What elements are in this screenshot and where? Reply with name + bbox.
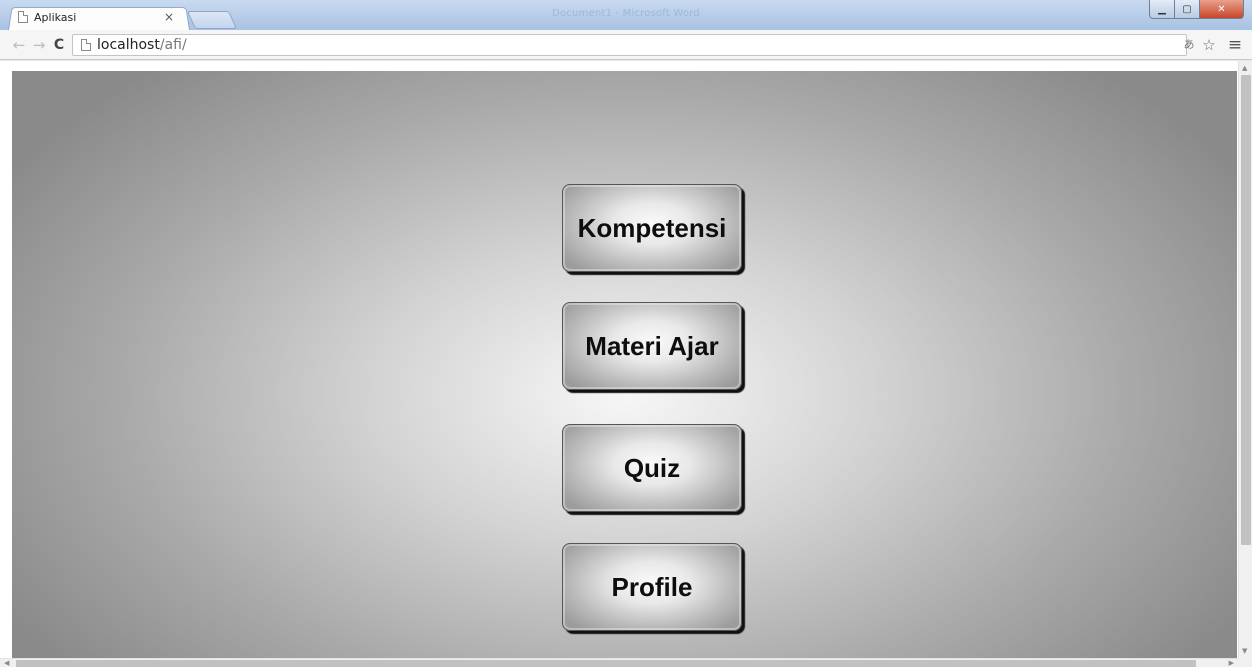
hamburger-menu-icon[interactable]: ≡ <box>1226 36 1244 54</box>
url-text: localhost/afi/ <box>97 37 187 53</box>
quiz-button[interactable]: Quiz <box>562 424 742 512</box>
horizontal-scroll-thumb[interactable] <box>16 660 1196 667</box>
horizontal-scrollbar[interactable]: ◀ ▶ <box>0 658 1238 667</box>
reload-icon[interactable]: C <box>50 36 68 54</box>
address-bar[interactable]: localhost/afi/ <box>72 34 1187 56</box>
url-path: /afi/ <box>159 37 187 53</box>
back-icon[interactable]: ← <box>10 36 28 54</box>
page-icon <box>81 39 91 51</box>
window-controls: ▁ ▢ ✕ <box>1149 0 1244 19</box>
maximize-button[interactable]: ▢ <box>1175 0 1200 19</box>
kompetensi-button[interactable]: Kompetensi <box>562 184 742 272</box>
tab-aplikasi[interactable]: Aplikasi × <box>18 8 186 26</box>
tab-close-button[interactable]: × <box>164 10 174 24</box>
close-window-button[interactable]: ✕ <box>1200 0 1244 19</box>
new-tab-button[interactable] <box>186 11 238 29</box>
browser-toolbar: ← → C localhost/afi/ あ ☆ ≡ <box>0 30 1252 60</box>
url-host: localhost <box>97 37 160 53</box>
minimize-button[interactable]: ▁ <box>1149 0 1175 19</box>
tab-title: Aplikasi <box>34 10 77 24</box>
profile-button[interactable]: Profile <box>562 543 742 631</box>
page-icon <box>18 11 28 23</box>
scroll-right-icon[interactable]: ▶ <box>1229 659 1234 667</box>
page-viewport: Kompetensi Materi Ajar Quiz Profile <box>0 61 1252 667</box>
materi-ajar-button[interactable]: Materi Ajar <box>562 302 742 390</box>
scroll-down-icon[interactable]: ▼ <box>1242 647 1247 655</box>
vertical-scrollbar[interactable]: ▲ ▼ <box>1238 61 1252 658</box>
scroll-up-icon[interactable]: ▲ <box>1242 64 1247 72</box>
scroll-left-icon[interactable]: ◀ <box>4 659 9 667</box>
title-bar: Document1 - Microsoft Word Aplikasi × ▁ … <box>0 0 1252 31</box>
forward-icon[interactable]: → <box>30 36 48 54</box>
star-icon[interactable]: ☆ <box>1200 36 1218 54</box>
page-content: Kompetensi Materi Ajar Quiz Profile <box>12 71 1237 658</box>
scrollbar-corner <box>1238 658 1252 667</box>
vertical-scroll-thumb[interactable] <box>1241 75 1251 545</box>
translate-icon[interactable]: あ <box>1180 36 1198 54</box>
